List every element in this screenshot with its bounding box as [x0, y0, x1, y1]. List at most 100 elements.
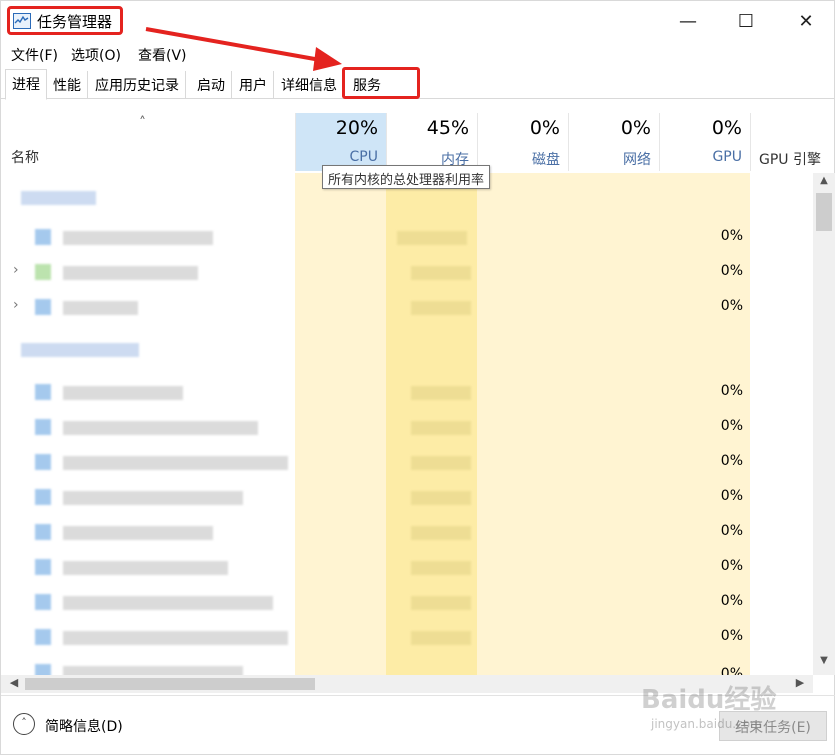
minimize-button[interactable]: — — [658, 1, 718, 41]
process-icon — [35, 524, 51, 540]
blurred-process-name — [63, 666, 243, 675]
memory-total-percent: 45% — [426, 117, 469, 139]
table-row[interactable]: › 0% — [1, 289, 813, 324]
column-gpu-header[interactable]: 0% GPU — [659, 113, 750, 171]
process-icon — [35, 664, 51, 675]
blurred-cell — [411, 596, 471, 610]
table-row[interactable]: 0% — [1, 219, 813, 254]
blurred-process-name — [63, 456, 288, 470]
gpu-total-percent: 0% — [711, 117, 742, 139]
vertical-scroll-thumb[interactable] — [816, 193, 832, 231]
blurred-process-name — [63, 301, 138, 315]
scroll-down-arrow-icon[interactable]: ▼ — [813, 655, 835, 673]
column-memory-header[interactable]: 45% 内存 — [386, 113, 477, 171]
gpu-value: 0% — [720, 263, 743, 279]
network-total-percent: 0% — [620, 117, 651, 139]
horizontal-scroll-thumb[interactable] — [25, 678, 315, 690]
gpu-value: 0% — [720, 488, 743, 504]
gpu-value: 0% — [720, 666, 743, 675]
tab-app-history[interactable]: 应用历史记录 — [89, 71, 186, 99]
column-name-header[interactable]: 名称 — [11, 147, 39, 167]
tab-users[interactable]: 用户 — [233, 71, 274, 99]
blurred-group-label — [21, 343, 139, 357]
blurred-process-name — [63, 491, 243, 505]
blurred-process-name — [63, 421, 258, 435]
blurred-group-label — [21, 191, 96, 205]
disk-label: 磁盘 — [532, 152, 560, 168]
table-row[interactable]: 0% — [1, 619, 813, 654]
menu-file[interactable]: 文件(F) — [11, 45, 58, 65]
menu-view[interactable]: 查看(V) — [138, 45, 187, 65]
blurred-cell — [411, 456, 471, 470]
column-network-header[interactable]: 0% 网络 — [568, 113, 659, 171]
process-icon — [35, 229, 51, 245]
table-row[interactable]: 0% — [1, 584, 813, 619]
table-row[interactable]: 0% — [1, 549, 813, 584]
maximize-button[interactable]: ☐ — [716, 1, 776, 41]
scroll-left-arrow-icon[interactable]: ◀ — [5, 676, 23, 689]
process-icon — [35, 594, 51, 610]
services-tab-highlight-box — [342, 67, 420, 99]
column-cpu-header[interactable]: 20% CPU — [295, 113, 386, 171]
process-icon — [35, 489, 51, 505]
blurred-cell — [411, 301, 471, 315]
process-icon — [35, 419, 51, 435]
gpu-value: 0% — [720, 453, 743, 469]
blurred-cell — [411, 631, 471, 645]
gpu-value: 0% — [720, 628, 743, 644]
expand-chevron-icon[interactable]: › — [13, 297, 19, 313]
table-row[interactable]: 0% — [1, 479, 813, 514]
column-gpu-engine-header[interactable]: GPU 引擎 — [750, 113, 835, 171]
table-row[interactable]: 0% — [1, 374, 813, 409]
process-icon — [35, 629, 51, 645]
tab-processes[interactable]: 进程 — [5, 69, 47, 100]
process-table[interactable]: 0% › 0% › 0% 0% 0% 0% 0% 0% 0% 0% 0% 0% — [1, 173, 813, 675]
process-icon — [35, 454, 51, 470]
gpu-value: 0% — [720, 298, 743, 314]
close-button[interactable]: ✕ — [776, 1, 835, 41]
blurred-process-name — [63, 561, 228, 575]
expand-chevron-icon[interactable]: › — [13, 262, 19, 278]
sort-caret-icon[interactable]: ˄ — [139, 115, 146, 131]
menu-options[interactable]: 选项(O) — [71, 45, 121, 65]
baidu-watermark-url: jingyan.baidu.com — [651, 717, 762, 731]
process-icon — [35, 299, 51, 315]
table-row[interactable]: 0% — [1, 514, 813, 549]
table-row[interactable]: 0% — [1, 444, 813, 479]
cpu-total-percent: 20% — [335, 117, 378, 139]
blurred-process-name — [63, 386, 183, 400]
blurred-cell — [411, 266, 471, 280]
menu-bar: 文件(F) 选项(O) 查看(V) — [1, 41, 835, 67]
blurred-process-name — [63, 631, 288, 645]
process-icon — [35, 559, 51, 575]
table-row[interactable]: 0% — [1, 654, 813, 675]
blurred-cell — [411, 526, 471, 540]
tab-startup[interactable]: 启动 — [191, 71, 232, 99]
cpu-label: CPU — [349, 149, 378, 165]
gpu-value: 0% — [720, 558, 743, 574]
blurred-cell — [397, 231, 467, 245]
blurred-process-name — [63, 231, 213, 245]
blurred-cell — [411, 561, 471, 575]
table-row[interactable]: › 0% — [1, 254, 813, 289]
column-disk-header[interactable]: 0% 磁盘 — [477, 113, 568, 171]
disk-total-percent: 0% — [529, 117, 560, 139]
blurred-process-name — [63, 596, 273, 610]
title-highlight-box — [7, 6, 123, 35]
blurred-cell — [411, 386, 471, 400]
chevron-up-circle-icon[interactable]: ˄ — [13, 713, 35, 735]
process-icon — [35, 264, 51, 280]
gpu-label: GPU — [712, 149, 742, 165]
table-row[interactable]: 0% — [1, 409, 813, 444]
group-header-row[interactable] — [1, 333, 813, 368]
scroll-right-arrow-icon[interactable]: ▶ — [791, 676, 809, 689]
fewer-details-link[interactable]: 简略信息(D) — [45, 716, 123, 736]
title-bar[interactable]: 任务管理器 — ☐ ✕ — [1, 1, 835, 41]
vertical-scrollbar[interactable]: ▲ ▼ — [813, 173, 835, 675]
process-icon — [35, 384, 51, 400]
tab-performance[interactable]: 性能 — [47, 71, 88, 99]
scroll-up-arrow-icon[interactable]: ▲ — [813, 175, 835, 193]
tab-details[interactable]: 详细信息 — [275, 71, 344, 99]
gpu-value: 0% — [720, 383, 743, 399]
gpu-value: 0% — [720, 593, 743, 609]
